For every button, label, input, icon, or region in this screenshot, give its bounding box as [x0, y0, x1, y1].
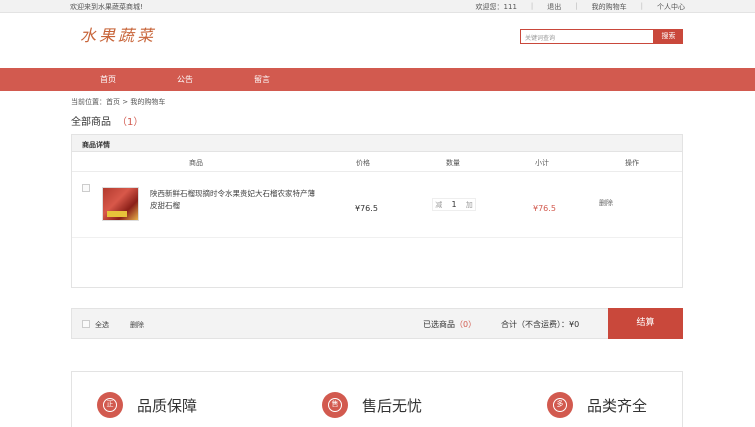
select-all-label[interactable]: 全选	[95, 320, 109, 330]
column-header-quantity: 数量	[446, 159, 460, 167]
cart-footer-bar: 全选 删除 已选商品（0） 合计（不含运费）：¥0 结算	[71, 308, 683, 339]
promise-variety: 多 品类齐全	[547, 392, 647, 418]
increase-button[interactable]: 加	[464, 199, 475, 210]
cart-title-label: 全部商品	[71, 117, 111, 128]
cart-title: 全部商品 （1）	[71, 113, 143, 128]
search-button[interactable]: 搜索	[654, 29, 683, 44]
panel-header: 商品详情	[72, 135, 682, 152]
promise-label: 品类齐全	[587, 396, 648, 415]
main-nav: 首页 公告 留言	[0, 68, 755, 91]
total-amount: 合计（不含运费）：¥0	[501, 320, 580, 329]
item-subtotal: ¥76.5	[533, 204, 556, 213]
delete-selected-link[interactable]: 删除	[130, 320, 144, 330]
promise-quality: 正 品质保障	[97, 392, 197, 418]
service-promises: 正 品质保障 售 售后无忧 多 品类齐全	[71, 371, 683, 427]
nav-item-messages[interactable]: 留言	[254, 74, 270, 85]
divider: |	[530, 2, 534, 10]
my-cart-link[interactable]: 我的购物车	[592, 2, 627, 12]
thumbnail-tag	[107, 211, 127, 217]
selected-label: 已选商品	[423, 320, 455, 329]
profile-link[interactable]: 个人中心	[657, 2, 685, 12]
checkout-button[interactable]: 结算	[608, 308, 683, 339]
selected-count: 已选商品（0）	[423, 319, 476, 330]
site-logo[interactable]: 水果蔬菜	[80, 22, 156, 46]
column-header-product: 商品	[189, 159, 203, 167]
promise-after-sales: 售 售后无忧	[322, 392, 422, 418]
divider: |	[640, 2, 643, 10]
top-bar: 欢迎来到水果蔬菜商城! 欢迎您：111 | 退出 | 我的购物车 | 个人中心	[0, 0, 755, 13]
promise-label: 售后无忧	[362, 396, 423, 415]
breadcrumb: 当前位置：首页 > 我的购物车	[71, 98, 166, 106]
selected-number: （0）	[455, 320, 477, 329]
top-links: 欢迎您：111 | 退出 | 我的购物车 | 个人中心	[462, 2, 685, 12]
quality-badge-icon: 正	[97, 392, 123, 418]
promise-label: 品质保障	[137, 396, 198, 415]
variety-badge-icon: 多	[547, 392, 573, 418]
column-header-subtotal: 小计	[535, 159, 549, 167]
user-greeting: 欢迎您：111	[475, 3, 517, 11]
nav-item-home[interactable]: 首页	[100, 74, 116, 85]
column-header-price: 价格	[356, 159, 370, 167]
delete-item-link[interactable]: 删除	[599, 198, 613, 208]
after-sales-badge-icon: 售	[322, 392, 348, 418]
welcome-text: 欢迎来到水果蔬菜商城!	[70, 3, 143, 11]
decrease-button[interactable]: 减	[433, 199, 444, 210]
page: 欢迎来到水果蔬菜商城! 欢迎您：111 | 退出 | 我的购物车 | 个人中心 …	[0, 0, 755, 427]
cart-count: （1）	[117, 117, 144, 128]
search-input[interactable]: 关键词查询	[520, 29, 654, 44]
product-name[interactable]: 陕西新鲜石榴现摘时令水果贵妃大石榴农家特产薄皮甜石榴	[150, 188, 320, 212]
nav-item-announcements[interactable]: 公告	[177, 74, 193, 85]
select-all-checkbox[interactable]	[82, 320, 90, 328]
column-header-actions: 操作	[625, 159, 639, 167]
logout-link[interactable]: 退出	[547, 2, 561, 12]
cart-panel: 商品详情 商品 价格 数量 小计 操作 陕西新鲜石榴现摘时令水果贵妃大石榴农家特…	[71, 134, 683, 288]
search-bar: 关键词查询 搜索	[520, 29, 683, 44]
column-headers: 商品 价格 数量 小计 操作	[72, 152, 682, 172]
quantity-value[interactable]: 1	[444, 199, 463, 210]
cart-item-row: 陕西新鲜石榴现摘时令水果贵妃大石榴农家特产薄皮甜石榴 ¥76.5 减 1 加 ¥…	[72, 172, 682, 238]
quantity-stepper: 减 1 加	[432, 198, 476, 211]
product-thumbnail[interactable]	[102, 187, 139, 221]
divider: |	[575, 2, 578, 10]
item-checkbox[interactable]	[82, 184, 90, 192]
product-price: ¥76.5	[355, 204, 378, 213]
